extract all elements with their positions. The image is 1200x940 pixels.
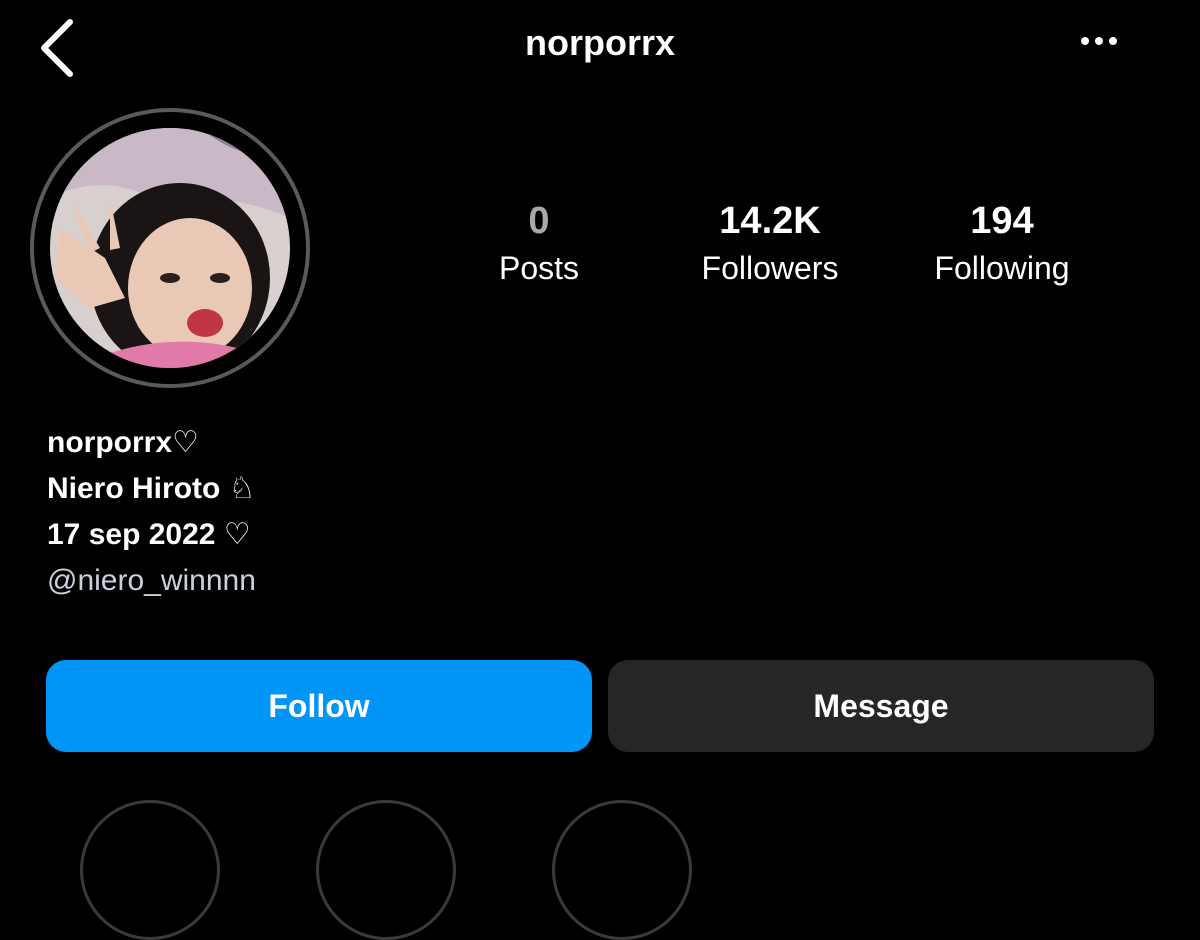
dot — [1081, 37, 1089, 45]
posts-count: 0 — [528, 200, 550, 242]
avatar-image — [50, 128, 290, 368]
display-name: norporrx♡ — [47, 426, 199, 459]
message-button[interactable]: Message — [608, 660, 1154, 752]
dot — [1095, 37, 1103, 45]
top-bar: norporrx — [0, 0, 1200, 92]
follow-button[interactable]: Follow — [46, 660, 592, 752]
posts-stat[interactable]: 0 Posts — [424, 198, 654, 292]
following-count: 194 — [970, 200, 1034, 242]
story-highlight[interactable] — [316, 800, 456, 940]
posts-label: Posts — [498, 250, 580, 286]
dot — [1109, 37, 1117, 45]
followers-count: 14.2K — [719, 200, 821, 242]
followers-stat[interactable]: 14.2K Followers — [655, 198, 885, 292]
profile-bio: norporrx♡ Niero Hiroto ♘ 17 sep 2022 ♡ @… — [47, 420, 256, 604]
profile-avatar[interactable] — [30, 108, 310, 388]
story-highlight[interactable] — [80, 800, 220, 940]
bio-line-2: 17 sep 2022 ♡ — [47, 518, 251, 551]
following-label: Following — [934, 250, 1070, 286]
bio-line-1: Niero Hiroto ♘ — [47, 472, 256, 505]
bio-mention-link[interactable]: @niero_winnnn — [47, 558, 256, 604]
following-stat[interactable]: 194 Following — [887, 198, 1117, 292]
more-options-button[interactable] — [1078, 28, 1138, 58]
story-highlight[interactable] — [552, 800, 692, 940]
followers-label: Followers — [701, 250, 839, 286]
page-title: norporrx — [524, 22, 675, 63]
